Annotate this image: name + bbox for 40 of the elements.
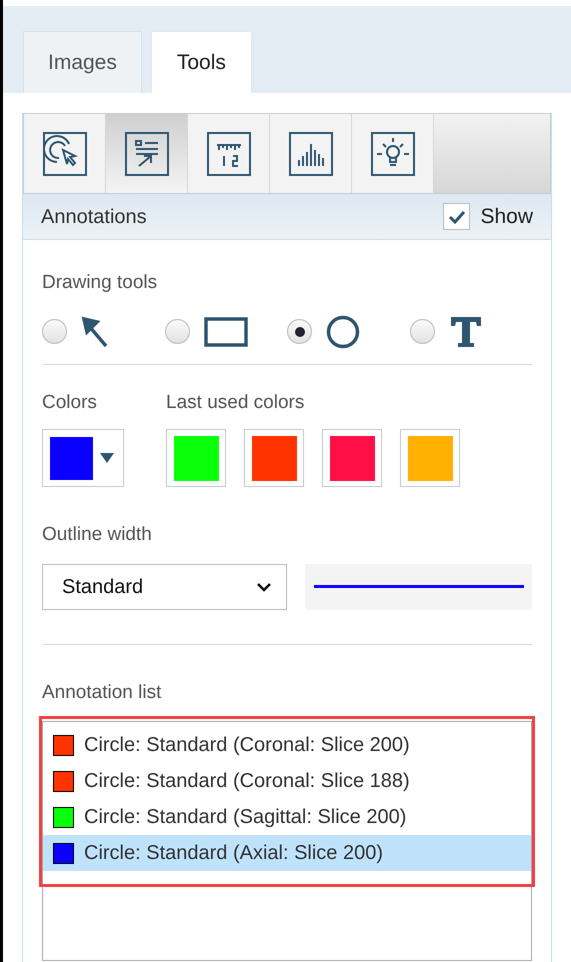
chevron-down-icon [256, 582, 272, 592]
checkbox-label: Show [480, 204, 533, 230]
tab[interactable]: Images [23, 31, 142, 93]
ruler-icon [206, 132, 250, 176]
outline-width-select[interactable]: Standard [42, 564, 288, 610]
tab[interactable]: Tools [150, 31, 252, 93]
radio-button[interactable] [164, 319, 190, 344]
toolbar-button[interactable] [270, 114, 352, 193]
text-tool-icon [448, 314, 482, 348]
annotation-list-item[interactable]: Circle: Standard (Axial: Slice 200) [43, 835, 531, 871]
arrow-icon [81, 316, 109, 348]
toolbar-button[interactable] [24, 114, 106, 193]
toolbar-button[interactable] [352, 114, 434, 193]
annotation-list-item[interactable]: Circle: Standard (Coronal: Slice 188) [43, 763, 531, 799]
radio-button[interactable] [410, 319, 434, 344]
color-picker[interactable] [42, 429, 124, 487]
annotation-list-label: Annotation list [42, 680, 162, 704]
check-icon [448, 210, 466, 224]
show-checkbox[interactable] [443, 203, 470, 230]
last-used-colors-label: Last used colors [166, 390, 306, 414]
rectangle-icon [204, 316, 248, 346]
color-swatch-button[interactable] [244, 429, 304, 487]
drawing-tools-label: Drawing tools [42, 271, 158, 295]
colors-label: Colors [42, 390, 98, 414]
toolbar-button[interactable] [106, 114, 188, 193]
toolbar-button[interactable] [188, 114, 270, 193]
histogram-icon [288, 132, 332, 176]
circle-icon [326, 314, 360, 348]
radio-button[interactable] [287, 319, 312, 344]
color-swatch-button[interactable] [400, 429, 460, 487]
section-title: Annotations [41, 204, 147, 230]
color-swatch-button[interactable] [166, 429, 226, 487]
annotation-list-item[interactable]: Circle: Standard (Coronal: Slice 200) [43, 727, 531, 763]
outline-width-label: Outline width [42, 523, 153, 547]
lightbulb-icon [370, 132, 414, 176]
dropdown-icon [100, 453, 114, 463]
annotation-list-item[interactable]: Circle: Standard (Sagittal: Slice 200) [43, 799, 531, 835]
color-swatch-button[interactable] [322, 429, 382, 487]
radio-button[interactable] [42, 319, 67, 344]
cursor-target-icon [42, 132, 86, 176]
